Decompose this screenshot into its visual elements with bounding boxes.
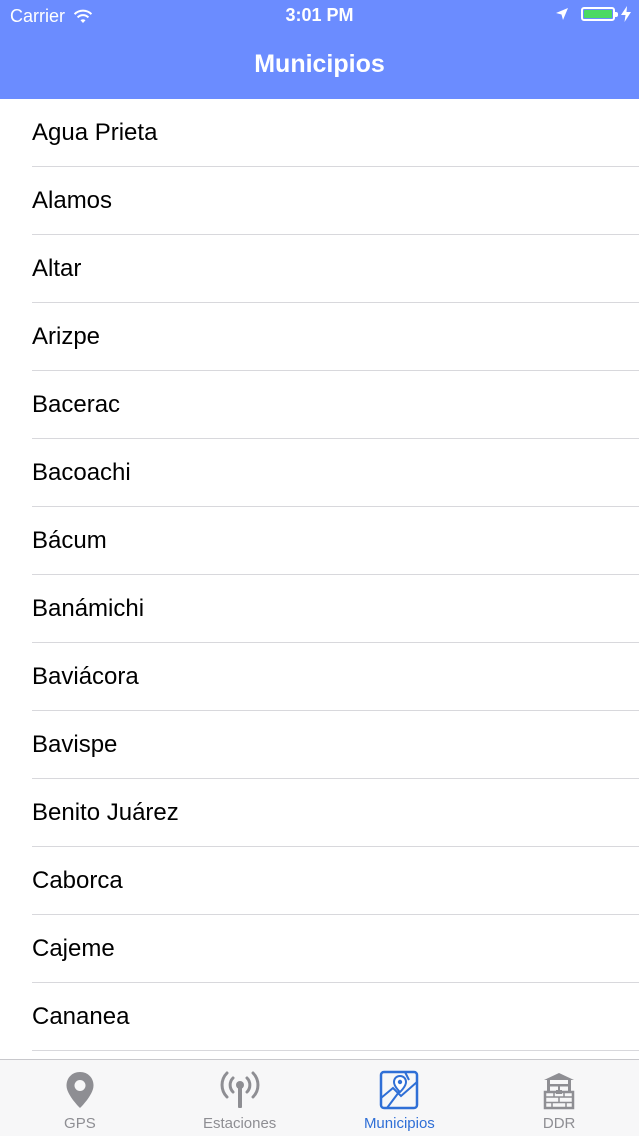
list-item[interactable]: Bacoachi (0, 439, 639, 507)
location-arrow-icon (556, 8, 568, 20)
status-time: 3:01 PM (285, 5, 354, 25)
list-item-label: Baviácora (32, 663, 139, 690)
list-item[interactable]: Altar (0, 235, 639, 303)
list-item-label: Cananea (32, 1003, 130, 1030)
tab-municipios[interactable]: Municipios (320, 1060, 480, 1136)
list-item[interactable]: Bavispe (0, 711, 639, 779)
list-item[interactable]: Arizpe (0, 303, 639, 371)
header: Carrier 3:01 PM Municipios (0, 0, 639, 99)
list-item[interactable]: Cananea (0, 983, 639, 1051)
list-item-label: Banámichi (32, 595, 145, 622)
list-item-label: Altar (32, 255, 82, 282)
list-item-label: Cajeme (32, 935, 115, 962)
tab-gps[interactable]: GPS (0, 1060, 160, 1136)
list-item-label: Bacoachi (32, 459, 131, 486)
list-item[interactable]: Baviácora (0, 643, 639, 711)
tab-label: Municipios (363, 1115, 435, 1132)
list-item[interactable]: Alamos (0, 167, 639, 235)
map-icon (380, 1070, 419, 1110)
list-item[interactable]: Banámichi (0, 575, 639, 643)
list-item[interactable]: Bacerac (0, 371, 639, 439)
tab-label: GPS (64, 1115, 96, 1132)
charging-bolt-icon (621, 6, 631, 22)
status-right (555, 6, 631, 22)
list-item-label: Bacerac (32, 391, 121, 418)
map-pin-icon (66, 1072, 94, 1108)
tab-estaciones[interactable]: Estaciones (160, 1060, 320, 1136)
battery-icon (581, 7, 618, 21)
page-title: Municipios (254, 50, 385, 78)
well-icon (543, 1073, 575, 1110)
list-item-label: Alamos (32, 187, 113, 214)
list-item[interactable]: Agua Prieta (0, 99, 639, 167)
list-item[interactable]: Caborca (0, 847, 639, 915)
municipios-list[interactable]: Agua Prieta Alamos Altar Arizpe Bacerac … (0, 99, 639, 1059)
tab-label: Estaciones (202, 1115, 277, 1132)
tab-label: DDR (542, 1115, 576, 1132)
antenna-icon (220, 1071, 260, 1108)
list-item-label: Bavispe (32, 731, 118, 758)
battery-level (584, 10, 612, 18)
list-item-label: Agua Prieta (32, 119, 158, 146)
list-item-label: Caborca (32, 867, 123, 894)
list-item-label: Arizpe (32, 323, 101, 350)
list-item[interactable]: Benito Juárez (0, 779, 639, 847)
tab-ddr[interactable]: DDR (479, 1060, 639, 1136)
status-bar: Carrier 3:01 PM (0, 0, 639, 34)
list-item-label: Bácum (32, 527, 107, 554)
list-item[interactable]: Bácum (0, 507, 639, 575)
list-item-label: Benito Juárez (32, 799, 179, 826)
list-item[interactable]: Cajeme (0, 915, 639, 983)
tab-bar: GPS Estaciones Municipios DDR (0, 1059, 639, 1136)
